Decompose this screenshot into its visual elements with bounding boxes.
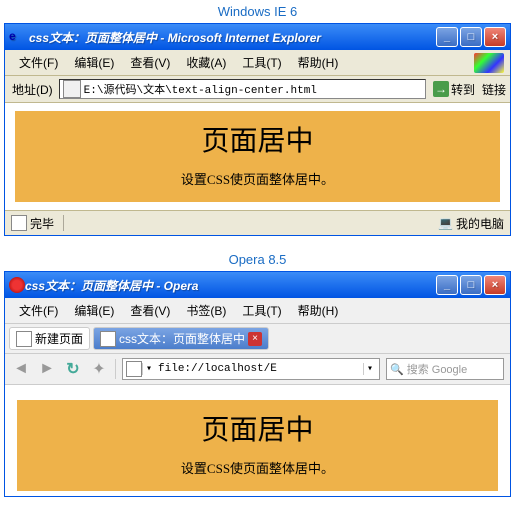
status-done: 完毕 [30, 215, 54, 232]
opera-icon [9, 277, 25, 293]
windows-logo-icon [474, 53, 504, 73]
menu-tools[interactable]: 工具(T) [234, 52, 289, 73]
tab-close-icon[interactable]: × [248, 332, 262, 346]
maximize-button[interactable]: □ [460, 27, 482, 47]
menu-favorites[interactable]: 收藏(A) [178, 52, 234, 73]
centered-box: 页面居中 设置CSS使页面整体居中。 [17, 400, 498, 491]
address-label: 地址(D) [9, 81, 56, 98]
close-button[interactable]: × [484, 27, 506, 47]
tab-active[interactable]: css文本：页面整体居中 × [93, 327, 269, 350]
menu-bookmarks[interactable]: 书签(B) [178, 300, 234, 321]
wand-button[interactable]: ✦ [89, 359, 109, 379]
opera-toolbar: ◄ ► ↻ ✦ ▾ file://localhost/E ▾ 🔍 搜索 Goog… [5, 354, 510, 385]
go-button[interactable]: → 转到 [429, 80, 479, 99]
page-body: 设置CSS使页面整体居中。 [17, 458, 498, 477]
page-icon [63, 80, 81, 98]
minimize-button[interactable]: _ [436, 27, 458, 47]
opera-menubar: 文件(F) 编辑(E) 查看(V) 书签(B) 工具(T) 帮助(H) [5, 298, 510, 324]
menu-view[interactable]: 查看(V) [122, 300, 178, 321]
menu-help[interactable]: 帮助(H) [290, 52, 347, 73]
computer-icon: 💻 [438, 216, 453, 230]
tab-page-icon [100, 331, 116, 347]
menu-tools[interactable]: 工具(T) [234, 300, 289, 321]
new-tab-icon [16, 331, 32, 347]
search-input[interactable]: 🔍 搜索 Google [386, 358, 504, 380]
ie-label: Windows IE 6 [0, 0, 515, 23]
menu-edit[interactable]: 编辑(E) [66, 52, 122, 73]
addr-dropdown-icon[interactable]: ▾ [142, 363, 155, 375]
reload-button[interactable]: ↻ [63, 359, 83, 379]
back-button[interactable]: ◄ [11, 359, 31, 379]
links-label[interactable]: 链接 [482, 81, 506, 98]
address-input[interactable]: E:\源代码\文本\text-align-center.html [59, 79, 426, 99]
url-text: file://localhost/E [155, 363, 277, 375]
ie-title: css文本：页面整体居中 - Microsoft Internet Explor… [29, 29, 436, 46]
menu-view[interactable]: 查看(V) [122, 52, 178, 73]
opera-title: css文本：页面整体居中 - Opera [25, 277, 436, 294]
opera-titlebar[interactable]: css文本：页面整体居中 - Opera _ □ × [5, 272, 510, 298]
page-body: 设置CSS使页面整体居中。 [15, 169, 500, 188]
opera-address-input[interactable]: ▾ file://localhost/E ▾ [122, 358, 380, 380]
minimize-button[interactable]: _ [436, 275, 458, 295]
opera-content: 页面居中 设置CSS使页面整体居中。 [5, 385, 510, 496]
menu-edit[interactable]: 编辑(E) [66, 300, 122, 321]
ie-statusbar: 完毕 💻 我的电脑 [5, 210, 510, 235]
maximize-button[interactable]: □ [460, 275, 482, 295]
addr-history-icon[interactable]: ▾ [363, 363, 376, 375]
ie-titlebar[interactable]: e css文本：页面整体居中 - Microsoft Internet Expl… [5, 24, 510, 50]
tab-new[interactable]: 新建页面 [9, 327, 90, 350]
centered-box: 页面居中 设置CSS使页面整体居中。 [15, 111, 500, 202]
opera-tabs: 新建页面 css文本：页面整体居中 × [5, 324, 510, 354]
status-zone: 我的电脑 [456, 215, 504, 232]
menu-file[interactable]: 文件(F) [11, 300, 66, 321]
ie-content: 页面居中 设置CSS使页面整体居中。 [5, 103, 510, 210]
page-heading: 页面居中 [15, 119, 500, 159]
go-arrow-icon: → [433, 81, 449, 97]
opera-label: Opera 8.5 [0, 248, 515, 271]
menu-file[interactable]: 文件(F) [11, 52, 66, 73]
ie-icon: e [9, 29, 25, 45]
done-icon [11, 215, 27, 231]
opera-window: css文本：页面整体居中 - Opera _ □ × 文件(F) 编辑(E) 查… [4, 271, 511, 497]
addr-page-icon [126, 361, 142, 377]
ie-addressbar: 地址(D) E:\源代码\文本\text-align-center.html →… [5, 76, 510, 103]
page-heading: 页面居中 [17, 408, 498, 448]
url-text: E:\源代码\文本\text-align-center.html [84, 81, 317, 97]
menu-help[interactable]: 帮助(H) [290, 300, 347, 321]
close-button[interactable]: × [484, 275, 506, 295]
ie-window: e css文本：页面整体居中 - Microsoft Internet Expl… [4, 23, 511, 236]
forward-button[interactable]: ► [37, 359, 57, 379]
ie-menubar: 文件(F) 编辑(E) 查看(V) 收藏(A) 工具(T) 帮助(H) [5, 50, 510, 76]
search-icon: 🔍 [390, 363, 404, 376]
